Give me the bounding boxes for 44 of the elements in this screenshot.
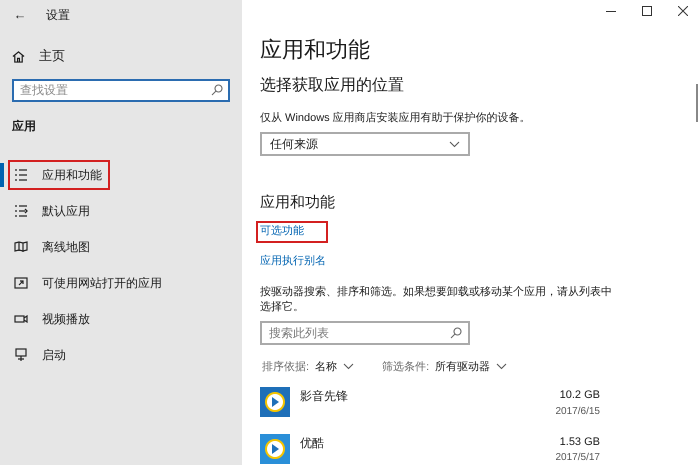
app-list-item[interactable]: 影音先锋 10.2 GB 2017/6/15 [260,387,600,418]
search-icon [211,84,223,96]
search-icon [450,326,462,338]
search-field[interactable]: 查找设置 [12,78,230,102]
maximize-button[interactable] [642,6,652,16]
sidebar-item[interactable]: 可使用网站打开的应用 [8,268,170,298]
list-search-field[interactable]: 搜索此列表 [260,320,470,344]
close-button[interactable] [678,6,688,16]
home-icon [12,50,25,62]
window-title: 设置 [46,7,70,24]
chevron-down-icon [343,363,354,370]
back-button[interactable]: ← [12,5,28,25]
list-icon [14,168,28,182]
sidebar-item[interactable]: 应用和功能 [8,160,110,190]
app-name: 影音先锋 [300,388,349,405]
section-heading: 应用 [11,118,37,135]
info-text: 仅从 Windows 应用商店安装应用有助于保护你的设备。 [260,110,531,126]
sidebar-item[interactable]: 视频播放 [8,304,98,334]
sidebar-item[interactable]: 默认应用 [8,196,98,226]
scrollbar-thumb[interactable] [696,84,698,122]
source-dropdown[interactable]: 任何来源 [260,132,470,156]
app-list-item[interactable]: 优酷 1.53 GB 2017/5/17 [260,434,600,465]
sidebar-item[interactable]: 离线地图 [8,232,98,262]
app-size: 1.53 GB [560,434,600,450]
link[interactable]: 应用执行别名 [256,250,330,272]
sort-dropdown[interactable]: 排序依据: 名称 [262,358,354,375]
app-name: 优酷 [300,434,325,452]
page-title: 应用和功能 [260,36,370,64]
install-date: 2017/6/15 [556,404,600,418]
filter-dropdown[interactable]: 筛选条件: 所有驱动器 [382,358,508,375]
chevron-down-icon [449,140,460,148]
section-heading: 应用和功能 [260,193,335,213]
app-size: 10.2 GB [560,388,600,403]
monitor-icon [14,348,28,362]
link[interactable]: 可选功能 [256,220,328,242]
description-text: 按驱动器搜索、排序和筛选。如果想要卸载或移动某个应用，请从列表中选择它。 [260,284,613,314]
chevron-down-icon [496,363,508,370]
map-icon [14,240,28,254]
list-arrow-icon [14,204,28,218]
sidebar-item[interactable]: 启动 [8,340,74,370]
install-date: 2017/5/17 [556,451,600,465]
section-heading: 选择获取应用的位置 [260,76,404,96]
home-nav-item[interactable]: 主页 [0,44,242,68]
camera-icon [14,312,28,326]
